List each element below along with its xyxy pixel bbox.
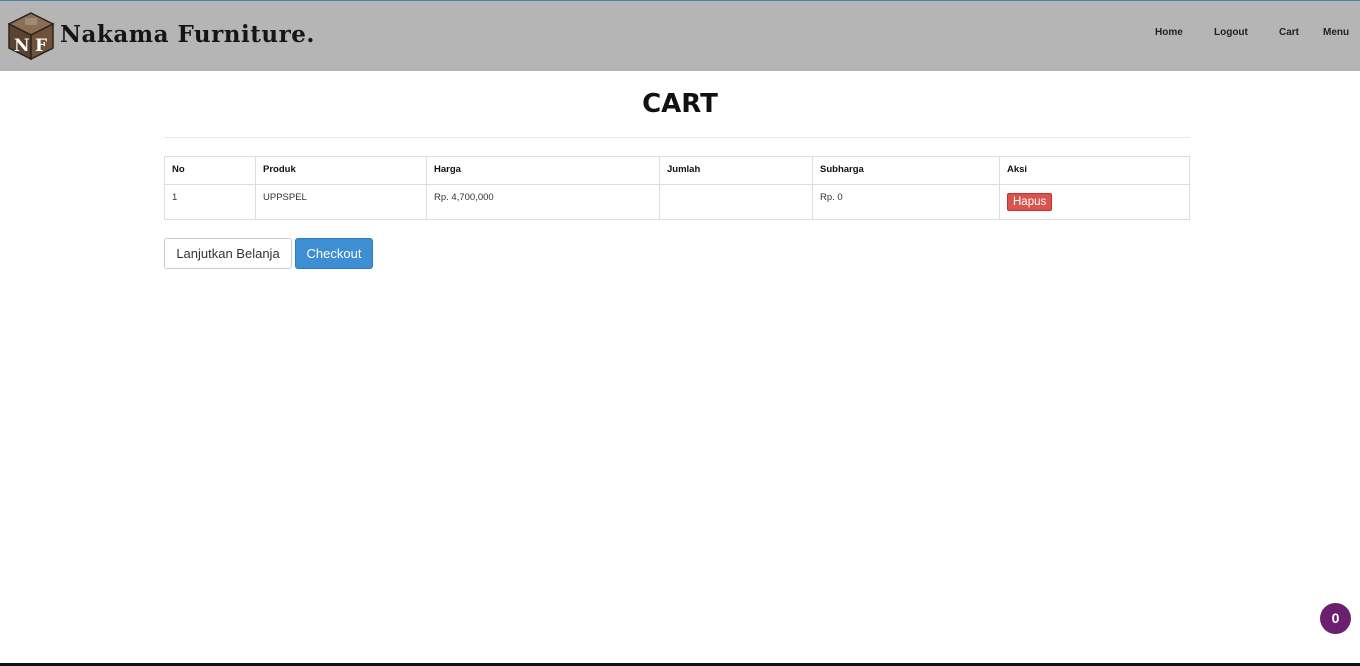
logo-letter-n: N bbox=[14, 36, 30, 56]
column-header-subharga: Subharga bbox=[812, 156, 1000, 185]
logo-letter-f: F bbox=[35, 36, 47, 56]
cell-aksi: Hapus bbox=[999, 184, 1190, 220]
brand-name[interactable]: Nakama Furniture. bbox=[60, 21, 315, 48]
cell-jumlah bbox=[659, 184, 813, 220]
brand-text: Nakama Furniture. bbox=[60, 21, 315, 48]
cell-harga: Rp. 4,700,000 bbox=[426, 184, 660, 220]
column-header-harga: Harga bbox=[426, 156, 660, 185]
cell-no: 1 bbox=[164, 184, 256, 220]
page-title: CART bbox=[642, 89, 718, 119]
continue-shopping-button[interactable]: Lanjutkan Belanja bbox=[164, 238, 292, 269]
column-header-aksi: Aksi bbox=[999, 156, 1190, 185]
nav-home[interactable]: Home bbox=[1155, 27, 1183, 38]
delete-button[interactable]: Hapus bbox=[1007, 193, 1053, 211]
cell-produk: UPPSPEL bbox=[255, 184, 427, 220]
navbar: N F Nakama Furniture. Home Logout Cart M… bbox=[0, 1, 1360, 71]
column-header-jumlah: Jumlah bbox=[659, 156, 813, 185]
nf-cube-logo-icon[interactable]: N F bbox=[6, 11, 56, 61]
cart-count-badge[interactable]: 0 bbox=[1320, 603, 1351, 634]
nav-logout[interactable]: Logout bbox=[1214, 27, 1248, 38]
column-header-produk: Produk bbox=[255, 156, 427, 185]
table-row: 1 UPPSPEL Rp. 4,700,000 Rp. 0 Hapus bbox=[164, 184, 1190, 220]
column-header-no: No bbox=[164, 156, 256, 185]
cell-subharga: Rp. 0 bbox=[812, 184, 1000, 220]
cart-table: No Produk Harga Jumlah Subharga Aksi 1 U… bbox=[164, 156, 1190, 220]
title-divider bbox=[164, 137, 1190, 138]
table-header-row: No Produk Harga Jumlah Subharga Aksi bbox=[164, 156, 1190, 185]
checkout-button[interactable]: Checkout bbox=[295, 238, 373, 269]
nav-menu[interactable]: Menu bbox=[1323, 27, 1349, 38]
nav-cart[interactable]: Cart bbox=[1279, 27, 1299, 38]
